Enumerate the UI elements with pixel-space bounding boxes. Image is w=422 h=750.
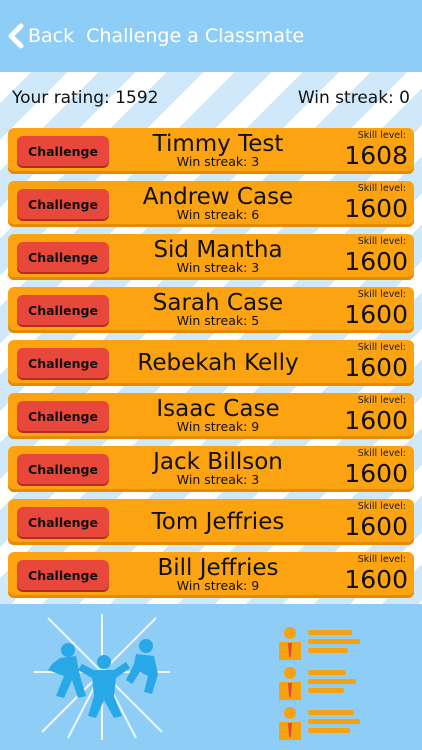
skill-level-value: 1600 (344, 353, 408, 382)
classmate-row: Challenge Timmy Test Win streak: 3 Skill… (8, 128, 414, 174)
skill-level-value: 1600 (344, 194, 408, 223)
your-rating: Your rating: 1592 (12, 88, 159, 108)
classmate-row: Challenge Sarah Case Win streak: 5 Skill… (8, 287, 414, 333)
skill-level-value: 1600 (344, 247, 408, 276)
challenge-button[interactable]: Challenge (17, 560, 109, 590)
classmate-win-streak: Win streak: 9 (176, 578, 260, 593)
skill-level-value: 1600 (344, 300, 408, 329)
classmate-row: Challenge Isaac Case Win streak: 9 Skill… (8, 393, 414, 439)
top-bar: Back Challenge a Classmate (0, 0, 422, 72)
classmate-list: Challenge Timmy Test Win streak: 3 Skill… (8, 128, 414, 605)
skill-level-value: 1608 (344, 141, 408, 170)
skill-level-label: Skill level: (357, 395, 406, 406)
classmate-win-streak: Win streak: 3 (176, 260, 260, 275)
challenge-button[interactable]: Challenge (17, 348, 109, 378)
challenge-button[interactable]: Challenge (17, 242, 109, 272)
skill-level-label: Skill level: (357, 501, 406, 512)
classmate-row: Challenge Tom Jeffries Skill level: 1600 (8, 499, 414, 545)
challenge-button[interactable]: Challenge (17, 507, 109, 537)
challenge-button[interactable]: Challenge (17, 295, 109, 325)
skill-level-value: 1600 (344, 459, 408, 488)
classmate-row: Challenge Rebekah Kelly Skill level: 160… (8, 340, 414, 386)
leaderboard-icon[interactable] (276, 626, 362, 744)
skill-level-label: Skill level: (357, 183, 406, 194)
back-label: Back (28, 25, 75, 47)
skill-level-label: Skill level: (357, 448, 406, 459)
bottom-tab-bar (0, 604, 422, 750)
fighting-figures-icon[interactable] (28, 612, 176, 742)
classmate-name: Rebekah Kelly (137, 350, 299, 376)
skill-level-label: Skill level: (357, 130, 406, 141)
challenge-button[interactable]: Challenge (17, 454, 109, 484)
classmate-row: Challenge Bill Jeffries Win streak: 9 Sk… (8, 552, 414, 598)
classmate-row: Challenge Sid Mantha Win streak: 3 Skill… (8, 234, 414, 280)
skill-level-label: Skill level: (357, 554, 406, 565)
your-win-streak: Win streak: 0 (297, 88, 410, 108)
skill-level-label: Skill level: (357, 289, 406, 300)
skill-level-value: 1600 (344, 512, 408, 541)
skill-level-value: 1600 (344, 406, 408, 435)
skill-level-label: Skill level: (357, 342, 406, 353)
skill-level-label: Skill level: (357, 236, 406, 247)
classmate-win-streak: Win streak: 3 (176, 154, 260, 169)
classmate-win-streak: Win streak: 3 (176, 472, 260, 487)
classmate-row: Challenge Jack Billson Win streak: 3 Ski… (8, 446, 414, 492)
classmate-name: Tom Jeffries (151, 509, 285, 535)
classmate-win-streak: Win streak: 9 (176, 419, 260, 434)
back-button[interactable]: Back (6, 22, 74, 50)
challenge-button[interactable]: Challenge (17, 401, 109, 431)
challenge-button[interactable]: Challenge (17, 136, 109, 166)
stats-bar: Your rating: 1592 Win streak: 0 (0, 84, 422, 114)
skill-level-value: 1600 (344, 565, 408, 594)
classmate-row: Challenge Andrew Case Win streak: 6 Skil… (8, 181, 414, 227)
page-title: Challenge a Classmate (86, 25, 305, 47)
classmate-win-streak: Win streak: 6 (176, 207, 260, 222)
classmate-win-streak: Win streak: 5 (176, 313, 260, 328)
chevron-left-icon (6, 22, 28, 50)
challenge-button[interactable]: Challenge (17, 189, 109, 219)
